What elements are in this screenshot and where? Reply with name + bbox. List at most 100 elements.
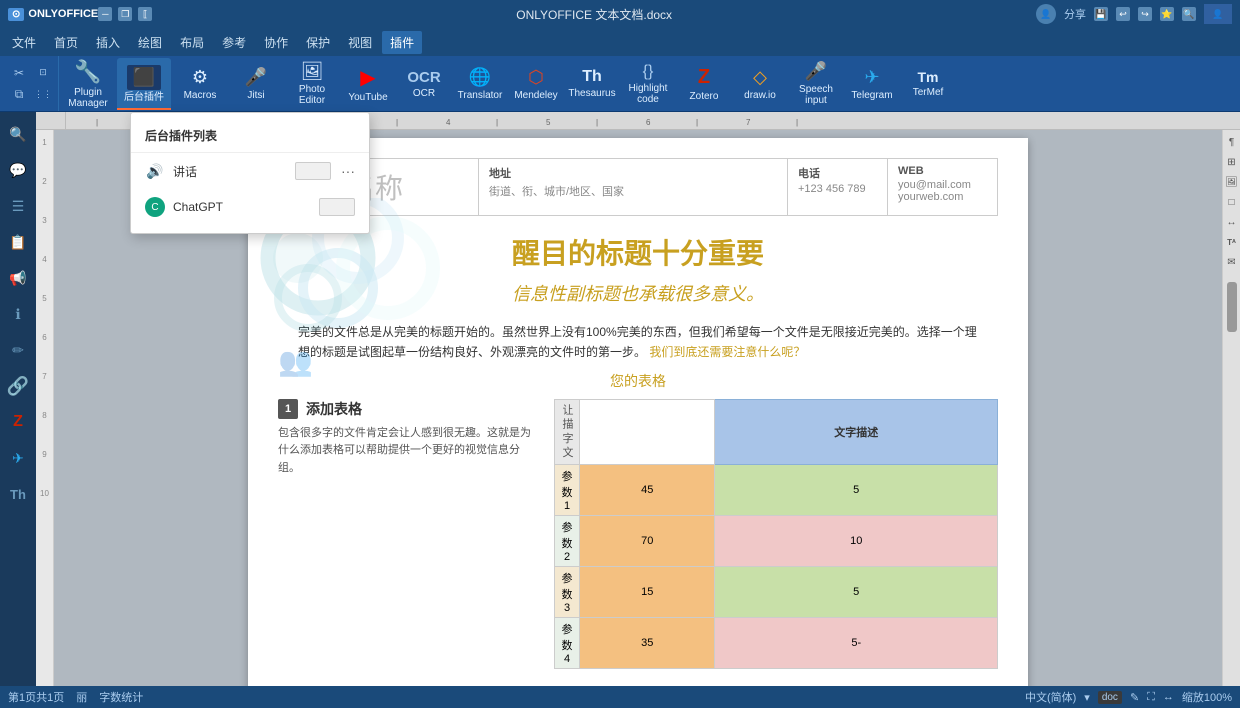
- data-table: 让 描 字 文 文字描述 参数 1 45: [554, 399, 998, 669]
- left-th-icon[interactable]: Th: [4, 480, 32, 508]
- app-logo: ⊙ ONLYOFFICE: [8, 8, 98, 21]
- macros-btn[interactable]: ⚙ Macros: [173, 58, 227, 110]
- fit-width-icon[interactable]: ↔: [1163, 691, 1174, 703]
- people-icon: 👥: [278, 345, 313, 378]
- restore-btn[interactable]: ❐: [118, 7, 132, 21]
- left-telegram-icon[interactable]: ✈: [4, 444, 32, 472]
- table-row-2-label: 参数2: [555, 515, 580, 566]
- plugin-manager-icon: 🔧: [74, 59, 101, 85]
- menu-draw[interactable]: 绘图: [130, 31, 170, 54]
- content-columns: 1 添加表格 包含很多字的文件肯定会让人感到很无趣。这就是为什么添加表格可以帮助…: [278, 399, 998, 669]
- edit-mode-icon[interactable]: ✎: [1130, 691, 1139, 704]
- photo-editor-icon: 🖼: [301, 61, 324, 82]
- copy-icon[interactable]: ⧉: [8, 85, 30, 105]
- menu-collaborate[interactable]: 协作: [256, 31, 296, 54]
- menu-insert[interactable]: 插入: [88, 31, 128, 54]
- word-count[interactable]: 字数统计: [99, 689, 143, 705]
- ocr-btn[interactable]: OCR OCR: [397, 58, 451, 110]
- speech-input-btn[interactable]: 🎤 Speech input: [789, 58, 843, 110]
- thesaurus-btn[interactable]: Th Thesaurus: [565, 58, 619, 110]
- left-zotero-icon[interactable]: Z: [4, 408, 32, 436]
- language-selector[interactable]: 中文(简体): [1025, 689, 1076, 705]
- left-link-icon[interactable]: 🔗: [4, 372, 32, 400]
- shape-icon[interactable]: □: [1224, 194, 1240, 210]
- table-icon[interactable]: ⊞: [1224, 154, 1240, 170]
- mendeley-icon: ⬡: [528, 67, 544, 88]
- scroll-thumb[interactable]: [1227, 282, 1237, 332]
- save-btn[interactable]: 💾: [1094, 7, 1108, 21]
- termef-btn[interactable]: Tm TerMef: [901, 58, 955, 110]
- app-logo-icon: ⊙: [8, 8, 24, 21]
- photo-editor-btn[interactable]: 🖼 Photo Editor: [285, 58, 339, 110]
- menu-layout[interactable]: 布局: [172, 31, 212, 54]
- fullscreen-icon[interactable]: ⛶: [1147, 691, 1155, 704]
- youtube-btn[interactable]: ▶ YouTube: [341, 58, 395, 110]
- left-comment-icon[interactable]: 💬: [4, 156, 32, 184]
- resize-icon[interactable]: ↔: [1224, 214, 1240, 230]
- speech-toggle[interactable]: [295, 162, 331, 180]
- jitsi-btn[interactable]: 🎤 Jitsi: [229, 58, 283, 110]
- minimize-btn[interactable]: ─: [98, 7, 112, 21]
- table-row-2-col2: 10: [715, 515, 998, 566]
- left-pen-icon[interactable]: ✏: [4, 336, 32, 364]
- menu-file[interactable]: 文件: [4, 31, 44, 54]
- mail-icon[interactable]: ✉: [1224, 254, 1240, 270]
- left-nav-icon[interactable]: ☰: [4, 192, 32, 220]
- menu-reference[interactable]: 参考: [214, 31, 254, 54]
- format-brush-icon[interactable]: ⊡: [32, 63, 54, 83]
- right-column: 让 描 字 文 文字描述 参数 1 45: [554, 399, 998, 669]
- address-value: 街道、衔、城市/地区、国家: [489, 183, 777, 199]
- search-btn[interactable]: 🔍: [1182, 7, 1196, 21]
- cut-icon[interactable]: ✂: [8, 63, 30, 83]
- speech-more-btn[interactable]: ···: [341, 163, 355, 179]
- chatgpt-icon: C: [145, 197, 165, 217]
- left-panel: 🔍 💬 ☰ 📋 📢 ℹ ✏ 🔗 Z ✈ Th: [0, 112, 36, 686]
- left-info-icon[interactable]: ℹ: [4, 300, 32, 328]
- highlight-code-btn[interactable]: {} Highlight code: [621, 58, 675, 110]
- left-list-icon[interactable]: 📋: [4, 228, 32, 256]
- profile-icon[interactable]: 👤: [1204, 4, 1232, 24]
- section-heading: 1 添加表格: [278, 399, 538, 419]
- paragraph-mark-icon[interactable]: ¶: [1224, 134, 1240, 150]
- table-row-3: 参数 3 15 5: [555, 566, 998, 617]
- translator-icon: 🌐: [469, 67, 491, 88]
- plugin-manager-btn[interactable]: 🔧 Plugin Manager: [61, 58, 115, 110]
- youtube-icon: ▶: [360, 65, 375, 90]
- mendeley-btn[interactable]: ⬡ Mendeley: [509, 58, 563, 110]
- drawio-btn[interactable]: ◇ draw.io: [733, 58, 787, 110]
- plugin-manager-label: Plugin Manager: [68, 87, 107, 109]
- menu-plugin[interactable]: 插件: [382, 31, 422, 54]
- image-icon[interactable]: 🖼: [1224, 174, 1240, 190]
- share-btn[interactable]: 分享: [1064, 6, 1086, 22]
- left-search-icon[interactable]: 🔍: [4, 120, 32, 148]
- left-speaker-icon[interactable]: 📢: [4, 264, 32, 292]
- history-btn[interactable]: ↩: [1116, 7, 1130, 21]
- highlight-code-label: Highlight code: [629, 83, 668, 105]
- page-info: 第1页共1页: [8, 689, 64, 705]
- chatgpt-toggle[interactable]: [319, 198, 355, 216]
- table-row-1-col1: 45: [580, 464, 715, 515]
- zotero-btn[interactable]: Z Zotero: [677, 58, 731, 110]
- row-label-header: 让 描 字 文: [555, 399, 580, 464]
- doc-format-badge: doc: [1098, 691, 1122, 704]
- doc-title: ONLYOFFICE 文本文档.docx: [232, 6, 956, 23]
- redo-btn[interactable]: ↪: [1138, 7, 1152, 21]
- menu-home[interactable]: 首页: [46, 31, 86, 54]
- translator-btn[interactable]: 🌐 Translator: [453, 58, 507, 110]
- maximize-btn[interactable]: ⟦: [138, 7, 152, 21]
- user-avatar[interactable]: 👤: [1036, 4, 1056, 24]
- zoom-level[interactable]: 缩放100%: [1182, 689, 1232, 705]
- indent-icon[interactable]: ⋮⋮: [32, 85, 54, 105]
- lang-dropdown-icon[interactable]: ▾: [1084, 691, 1090, 704]
- vertical-scroll[interactable]: [1227, 274, 1237, 682]
- text-format-icon[interactable]: Tᴬ: [1224, 234, 1240, 250]
- background-plugin-icon: ⬛: [127, 65, 161, 90]
- menu-bar: 文件 首页 插入 绘图 布局 参考 协作 保护 视图 插件: [0, 28, 1240, 56]
- menu-protect[interactable]: 保护: [298, 31, 338, 54]
- telegram-btn[interactable]: ✈ Telegram: [845, 58, 899, 110]
- settings-btn[interactable]: ⭐: [1160, 7, 1174, 21]
- background-plugin-btn[interactable]: ⬛ 后台插件: [117, 58, 171, 110]
- menu-view[interactable]: 视图: [340, 31, 380, 54]
- termef-label: TerMef: [913, 87, 944, 98]
- termef-icon: Tm: [918, 69, 939, 85]
